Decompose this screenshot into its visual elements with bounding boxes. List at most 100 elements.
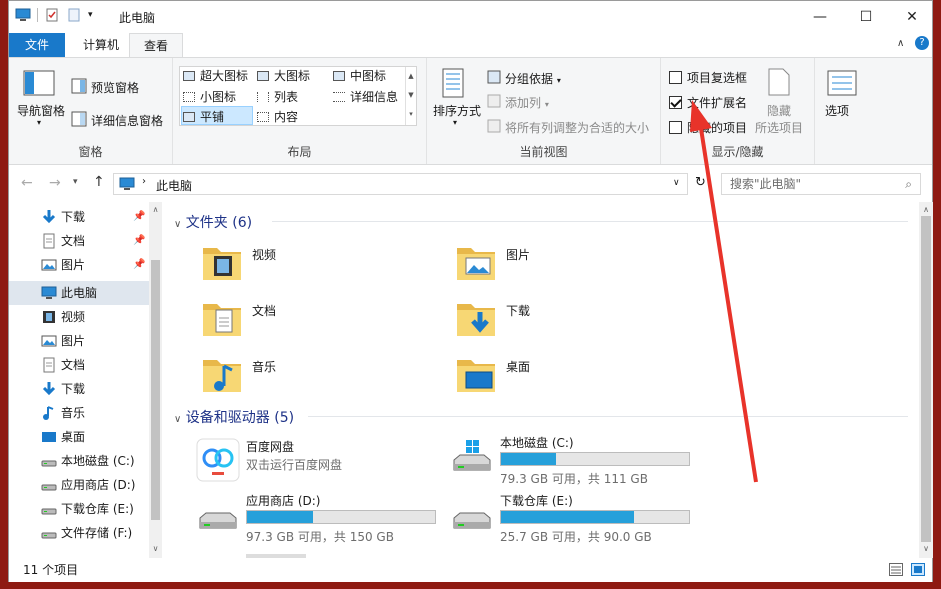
nav-item[interactable]: 下载仓库 (E:) xyxy=(9,497,149,521)
nav-item[interactable]: 应用商店 (D:) xyxy=(9,473,149,497)
computer-icon[interactable] xyxy=(15,7,31,23)
layout-tiles[interactable]: 平铺 xyxy=(183,108,224,125)
layout-details[interactable]: 详细信息 xyxy=(333,88,398,105)
up-icon[interactable]: ↑ xyxy=(93,174,105,190)
folder-item[interactable]: 音乐 xyxy=(200,352,440,402)
navigation-pane-button[interactable]: 导航窗格 xyxy=(17,102,65,119)
drive-usage-bar xyxy=(500,510,690,524)
item-checkboxes-label[interactable]: 项目复选框 xyxy=(687,69,747,86)
layout-list[interactable]: 列表 xyxy=(257,88,298,105)
properties-icon[interactable] xyxy=(44,7,60,23)
nav-item[interactable]: 图片 xyxy=(9,329,149,353)
group-by-button[interactable]: 分组依据 ▾ xyxy=(505,70,561,87)
large-icons-view-icon[interactable] xyxy=(911,563,925,576)
breadcrumb-separator-icon[interactable]: › xyxy=(142,176,146,187)
drive-usage-bar xyxy=(246,510,436,524)
layout-content[interactable]: 内容 xyxy=(257,108,298,125)
folder-label: 文档 xyxy=(252,304,277,318)
nav-item[interactable]: 此电脑 xyxy=(9,281,149,305)
nav-scroll-thumb[interactable] xyxy=(151,260,160,520)
layout-medium-icons[interactable]: 中图标 xyxy=(333,67,386,84)
layout-extra-large-icons[interactable]: 超大图标 xyxy=(183,67,248,84)
item-checkboxes-checkbox[interactable] xyxy=(669,71,682,84)
folder-item[interactable]: 图片 xyxy=(454,240,694,290)
nav-item[interactable]: 音乐 xyxy=(9,401,149,425)
nav-item[interactable]: 下载 xyxy=(9,377,149,401)
drive-usage-fill xyxy=(247,511,313,523)
minimize-button[interactable]: — xyxy=(797,1,843,32)
nav-item[interactable]: 文档 xyxy=(9,353,149,377)
options-button[interactable]: 选项 xyxy=(825,102,849,119)
maximize-button[interactable]: ☐ xyxy=(843,1,889,32)
refresh-icon[interactable]: ↻ xyxy=(695,175,706,190)
nav-item-label: 下载 xyxy=(61,210,86,224)
layout-gallery-scroll[interactable]: ▲ ▼ ▾ xyxy=(405,67,416,125)
drive-item[interactable]: 下载仓库 (E:) 25.7 GB 可用，共 90.0 GB xyxy=(448,492,708,544)
folder-item[interactable]: 下载 xyxy=(454,296,694,346)
nav-item[interactable]: 桌面 xyxy=(9,425,149,449)
close-button[interactable]: ✕ xyxy=(889,1,935,32)
drive-icon xyxy=(199,512,237,529)
drive-usage-fill xyxy=(501,453,556,465)
hidden-items-label[interactable]: 隐藏的项目 xyxy=(687,119,747,136)
devices-section-header[interactable]: ∨ 设备和驱动器 (5) xyxy=(174,407,294,427)
pin-icon[interactable]: 📌 xyxy=(133,205,145,229)
drive-icon xyxy=(41,525,57,541)
pin-icon[interactable]: 📌 xyxy=(133,229,145,253)
collapse-ribbon-icon[interactable]: ∧ xyxy=(897,38,904,49)
folder-item[interactable]: 文档 xyxy=(200,296,440,346)
file-extensions-checkbox[interactable] xyxy=(669,96,682,109)
content-scrollbar[interactable]: ∧ ∨ xyxy=(919,202,933,558)
baidu-netdisk-item[interactable]: 百度网盘 双击运行百度网盘 xyxy=(194,438,454,490)
layout-tiles-label: 平铺 xyxy=(200,110,225,124)
address-box[interactable]: › 此电脑 ∨ xyxy=(113,173,688,195)
tab-file[interactable]: 文件 xyxy=(9,33,65,58)
tab-view[interactable]: 查看 xyxy=(129,33,184,58)
scroll-up-icon[interactable]: ∧ xyxy=(149,205,162,214)
nav-scrollbar[interactable]: ∧ ∨ xyxy=(149,202,162,558)
scroll-up-icon[interactable]: ∧ xyxy=(919,205,933,214)
folder-item[interactable]: 视频 xyxy=(200,240,440,290)
large-icons-icon xyxy=(257,71,269,81)
nav-item[interactable]: 文档 📌 xyxy=(9,229,149,253)
recent-locations-icon[interactable]: ▾ xyxy=(73,177,78,187)
back-icon[interactable]: ← xyxy=(21,175,33,191)
preview-pane-button[interactable]: 预览窗格 xyxy=(91,79,139,96)
pin-icon[interactable]: 📌 xyxy=(133,253,145,277)
add-columns-label: 添加列 xyxy=(505,96,542,110)
layout-medium-label: 中图标 xyxy=(350,69,387,83)
music-icon xyxy=(41,405,57,421)
folders-section-header[interactable]: ∨ 文件夹 (6) xyxy=(174,212,252,232)
help-icon[interactable]: ? xyxy=(915,36,929,50)
search-input[interactable]: 搜索"此电脑" ⌕ xyxy=(721,173,921,195)
drive-item[interactable]: 应用商店 (D:) 97.3 GB 可用，共 150 GB xyxy=(194,492,454,544)
file-extensions-label[interactable]: 文件扩展名 xyxy=(687,94,747,111)
content-scroll-thumb[interactable] xyxy=(921,216,931,542)
new-folder-icon[interactable] xyxy=(66,7,82,23)
nav-item[interactable]: 下载 📌 xyxy=(9,205,149,229)
hidden-items-checkbox[interactable] xyxy=(669,121,682,134)
customize-quick-access-icon[interactable]: ▾ xyxy=(88,10,93,20)
nav-item[interactable]: 文件存储 (F:) xyxy=(9,521,149,545)
layout-large-icons[interactable]: 大图标 xyxy=(257,67,310,84)
scroll-down-icon[interactable]: ∨ xyxy=(149,544,162,553)
details-view-icon[interactable] xyxy=(889,563,903,576)
drive-icon xyxy=(41,477,57,493)
tab-computer[interactable]: 计算机 xyxy=(69,33,133,58)
details-pane-button[interactable]: 详细信息窗格 xyxy=(91,112,163,129)
nav-item[interactable]: 视频 xyxy=(9,305,149,329)
nav-item[interactable]: 图片 📌 xyxy=(9,253,149,277)
nav-item-label: 音乐 xyxy=(61,406,86,420)
nav-item[interactable]: 本地磁盘 (C:) xyxy=(9,449,149,473)
address-path[interactable]: 此电脑 xyxy=(156,177,192,194)
title-bar: ▾ 此电脑 — ☐ ✕ xyxy=(9,1,932,32)
folder-item[interactable]: 桌面 xyxy=(454,352,694,402)
scroll-down-icon[interactable]: ∨ xyxy=(919,544,933,553)
address-dropdown-icon[interactable]: ∨ xyxy=(673,178,680,188)
details-pane-icon xyxy=(71,111,87,127)
windows-drive-icon xyxy=(453,440,491,471)
layout-small-icons[interactable]: 小图标 xyxy=(183,88,236,105)
sort-by-button[interactable]: 排序方式 xyxy=(433,102,481,119)
drive-item[interactable]: 本地磁盘 (C:) 79.3 GB 可用，共 111 GB xyxy=(448,434,708,486)
forward-icon[interactable]: → xyxy=(49,175,61,191)
